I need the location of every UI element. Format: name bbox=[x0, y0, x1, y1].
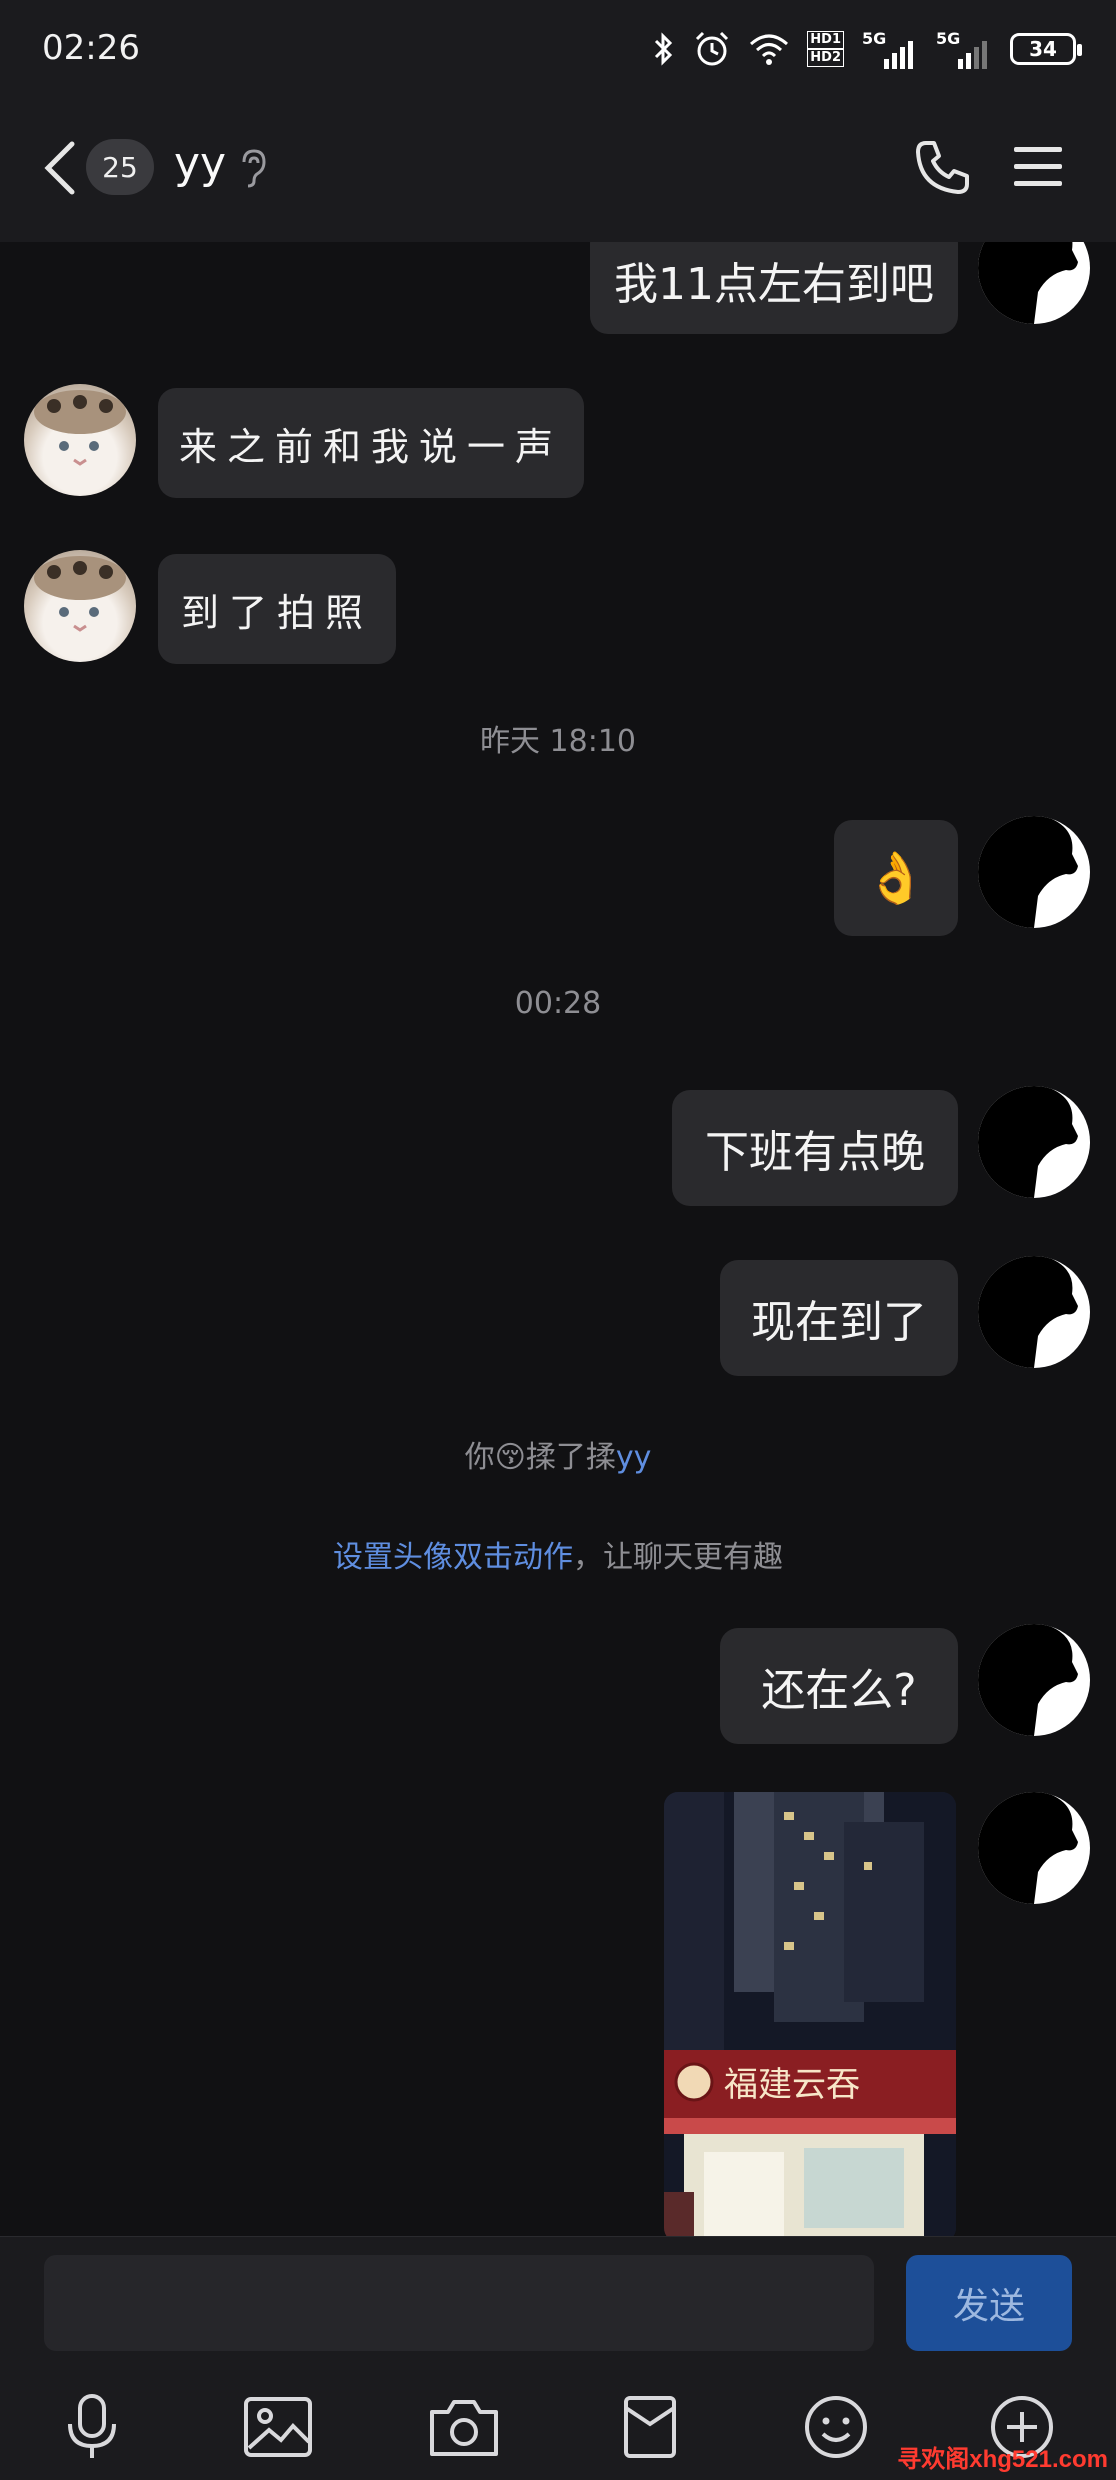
avatar-contact[interactable] bbox=[24, 550, 136, 662]
message-bubble[interactable]: 👌 bbox=[834, 820, 958, 936]
avatar-me[interactable] bbox=[978, 1086, 1090, 1198]
avatar-contact[interactable] bbox=[24, 384, 136, 496]
nudge-action: 揉了揉 bbox=[525, 1440, 616, 1475]
hd-indicator: HD1 HD2 bbox=[807, 30, 844, 68]
back-button[interactable] bbox=[36, 136, 82, 200]
avatar-silhouette-icon bbox=[978, 242, 1078, 324]
emoji-button[interactable] bbox=[796, 2387, 876, 2467]
cat-avatar-icon bbox=[34, 556, 126, 632]
avatar-silhouette-icon bbox=[978, 1086, 1078, 1198]
message-bubble[interactable]: 到了拍照 bbox=[158, 554, 396, 664]
wifi-icon bbox=[750, 34, 789, 65]
hd1-label: HD1 bbox=[807, 31, 844, 49]
camera-button[interactable] bbox=[424, 2387, 504, 2467]
microphone-icon bbox=[68, 2394, 116, 2458]
avatar-me[interactable] bbox=[978, 1256, 1090, 1368]
avatar-me[interactable] bbox=[978, 816, 1090, 928]
hint-rest: ，让聊天更有趣 bbox=[573, 1540, 783, 1575]
signal-1: 5G bbox=[862, 29, 918, 69]
battery-icon: 34 bbox=[1010, 33, 1082, 65]
hd2-label: HD2 bbox=[807, 49, 844, 67]
signal-bars-icon bbox=[884, 41, 913, 69]
avatar-me[interactable] bbox=[978, 242, 1090, 324]
message-bubble[interactable]: 下班有点晚 bbox=[672, 1090, 958, 1206]
signal-2: 5G bbox=[936, 29, 992, 69]
photo-message[interactable]: 福建云吞 bbox=[664, 1792, 956, 2242]
emoji-icon bbox=[805, 2396, 867, 2458]
avatar-action-hint: 设置头像双击动作，让聊天更有趣 bbox=[0, 1532, 1116, 1576]
set-avatar-action-link[interactable]: 设置头像双击动作 bbox=[333, 1540, 573, 1575]
chat-header: 25 yy bbox=[0, 96, 1116, 242]
signal-bars-icon bbox=[958, 41, 987, 69]
nudge-target[interactable]: yy bbox=[616, 1440, 652, 1475]
battery-level: 34 bbox=[1029, 37, 1057, 61]
message-bubble[interactable]: 还在么? bbox=[720, 1628, 958, 1744]
alarm-icon bbox=[696, 31, 729, 66]
avatar-silhouette-icon bbox=[978, 816, 1078, 928]
avatar-me[interactable] bbox=[978, 1792, 1090, 1904]
nudge-notice: 你😚揉了揉yy bbox=[0, 1432, 1116, 1476]
menu-icon[interactable] bbox=[1012, 144, 1064, 190]
message-list[interactable]: 我11点左右到吧 来之前和我说一声 到了拍照 昨天 18:10 👌 00:28 … bbox=[0, 242, 1116, 2242]
input-area: 发送 寻欢阁xhg521.com bbox=[0, 2236, 1116, 2480]
red-packet-icon bbox=[624, 2396, 676, 2458]
storefront-photo: 福建云吞 bbox=[664, 1792, 956, 2242]
avatar-silhouette-icon bbox=[978, 1256, 1078, 1368]
timestamp: 00:28 bbox=[514, 986, 602, 1021]
red-packet-button[interactable] bbox=[610, 2387, 690, 2467]
status-icons: HD1 HD2 5G 5G 34 bbox=[653, 26, 1082, 72]
image-icon bbox=[244, 2397, 312, 2457]
message-input[interactable] bbox=[44, 2255, 874, 2351]
avatar-silhouette-icon bbox=[978, 1624, 1078, 1736]
nudge-prefix: 你 bbox=[464, 1440, 495, 1475]
voice-button[interactable] bbox=[52, 2387, 132, 2467]
watermark: 寻欢阁xhg521.com bbox=[897, 2446, 1108, 2473]
chat-screen: 02:26 HD1 HD2 5G 5G 34 25 yy 我11点左右到吧 来之… bbox=[0, 0, 1116, 2480]
phone-call-icon[interactable] bbox=[912, 138, 972, 198]
chevron-left-icon bbox=[44, 141, 75, 195]
bluetooth-icon bbox=[655, 32, 673, 66]
status-time: 02:26 bbox=[42, 28, 140, 68]
sign-text: 福建云吞 bbox=[724, 2065, 860, 2105]
contact-name[interactable]: yy bbox=[174, 138, 226, 189]
avatar-me[interactable] bbox=[978, 1624, 1090, 1736]
image-button[interactable] bbox=[238, 2387, 318, 2467]
camera-icon bbox=[430, 2400, 498, 2456]
cat-avatar-icon bbox=[34, 390, 126, 466]
avatar-silhouette-icon bbox=[978, 1792, 1078, 1904]
unread-count-badge[interactable]: 25 bbox=[86, 139, 154, 195]
ear-icon[interactable] bbox=[236, 148, 270, 188]
nudge-emoji-icon: 😚 bbox=[494, 1440, 526, 1475]
status-bar: 02:26 HD1 HD2 5G 5G 34 bbox=[0, 0, 1116, 96]
timestamp: 昨天 18:10 bbox=[480, 724, 636, 759]
message-bubble[interactable]: 现在到了 bbox=[720, 1260, 958, 1376]
message-bubble[interactable]: 来之前和我说一声 bbox=[158, 388, 584, 498]
send-button[interactable]: 发送 bbox=[906, 2255, 1072, 2351]
message-bubble[interactable]: 我11点左右到吧 bbox=[590, 242, 958, 334]
